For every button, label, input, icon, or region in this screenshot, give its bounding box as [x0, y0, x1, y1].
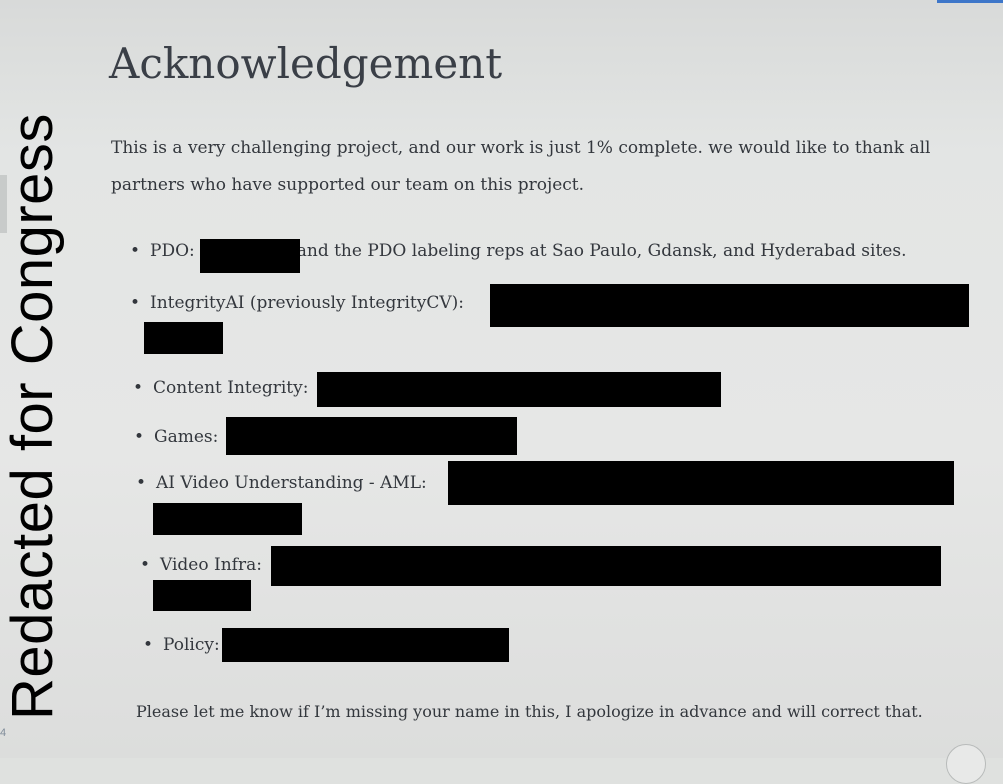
bullet-icon: •	[134, 427, 145, 447]
redaction-box	[490, 284, 969, 327]
page-title: Acknowledgement	[109, 39, 503, 88]
list-item-video-infra: • Video Infra:	[140, 553, 262, 577]
list-item-policy: • Policy:	[143, 633, 220, 657]
redaction-box	[153, 503, 302, 535]
window-corner-tab	[937, 0, 1003, 3]
redaction-box	[226, 417, 517, 455]
list-item-trailing-text: and the PDO labeling reps at Sao Paulo, …	[296, 241, 907, 261]
list-item-games: • Games:	[134, 425, 218, 449]
redaction-box	[200, 239, 300, 273]
list-item-ai-video: • AI Video Understanding - AML:	[136, 471, 427, 495]
list-item-content-integrity: • Content Integrity:	[133, 376, 308, 400]
list-item-integrityai: • IntegrityAI (previously IntegrityCV):	[130, 291, 464, 315]
redaction-box	[317, 372, 721, 407]
bullet-icon: •	[140, 555, 151, 575]
redaction-watermark: Redacted for Congress	[0, 113, 65, 720]
document-page: Acknowledgement This is a very challengi…	[0, 0, 1003, 784]
list-item-label: PDO:	[150, 241, 195, 261]
bullet-icon: •	[130, 293, 141, 313]
redaction-box	[222, 628, 509, 662]
bullet-icon: •	[143, 635, 154, 655]
bullet-icon: •	[136, 473, 147, 493]
bullet-icon: •	[130, 241, 141, 261]
bullet-icon: •	[133, 378, 144, 398]
list-item-label: IntegrityAI (previously IntegrityCV):	[150, 293, 465, 313]
list-item-label: Games:	[154, 427, 219, 447]
list-item-label: Content Integrity:	[153, 378, 309, 398]
redaction-box	[144, 322, 223, 354]
intro-paragraph: This is a very challenging project, and …	[111, 138, 931, 195]
footer-paragraph: Please let me know if I’m missing your n…	[136, 702, 923, 721]
redaction-box	[153, 580, 251, 611]
list-item-label: Video Infra:	[160, 555, 262, 575]
redaction-box	[271, 546, 941, 586]
list-item-label: AI Video Understanding - AML:	[156, 473, 427, 493]
page-number: 4	[0, 727, 7, 739]
redaction-box	[448, 461, 954, 505]
scroll-button[interactable]	[946, 744, 986, 784]
list-item-label: Policy:	[163, 635, 220, 655]
